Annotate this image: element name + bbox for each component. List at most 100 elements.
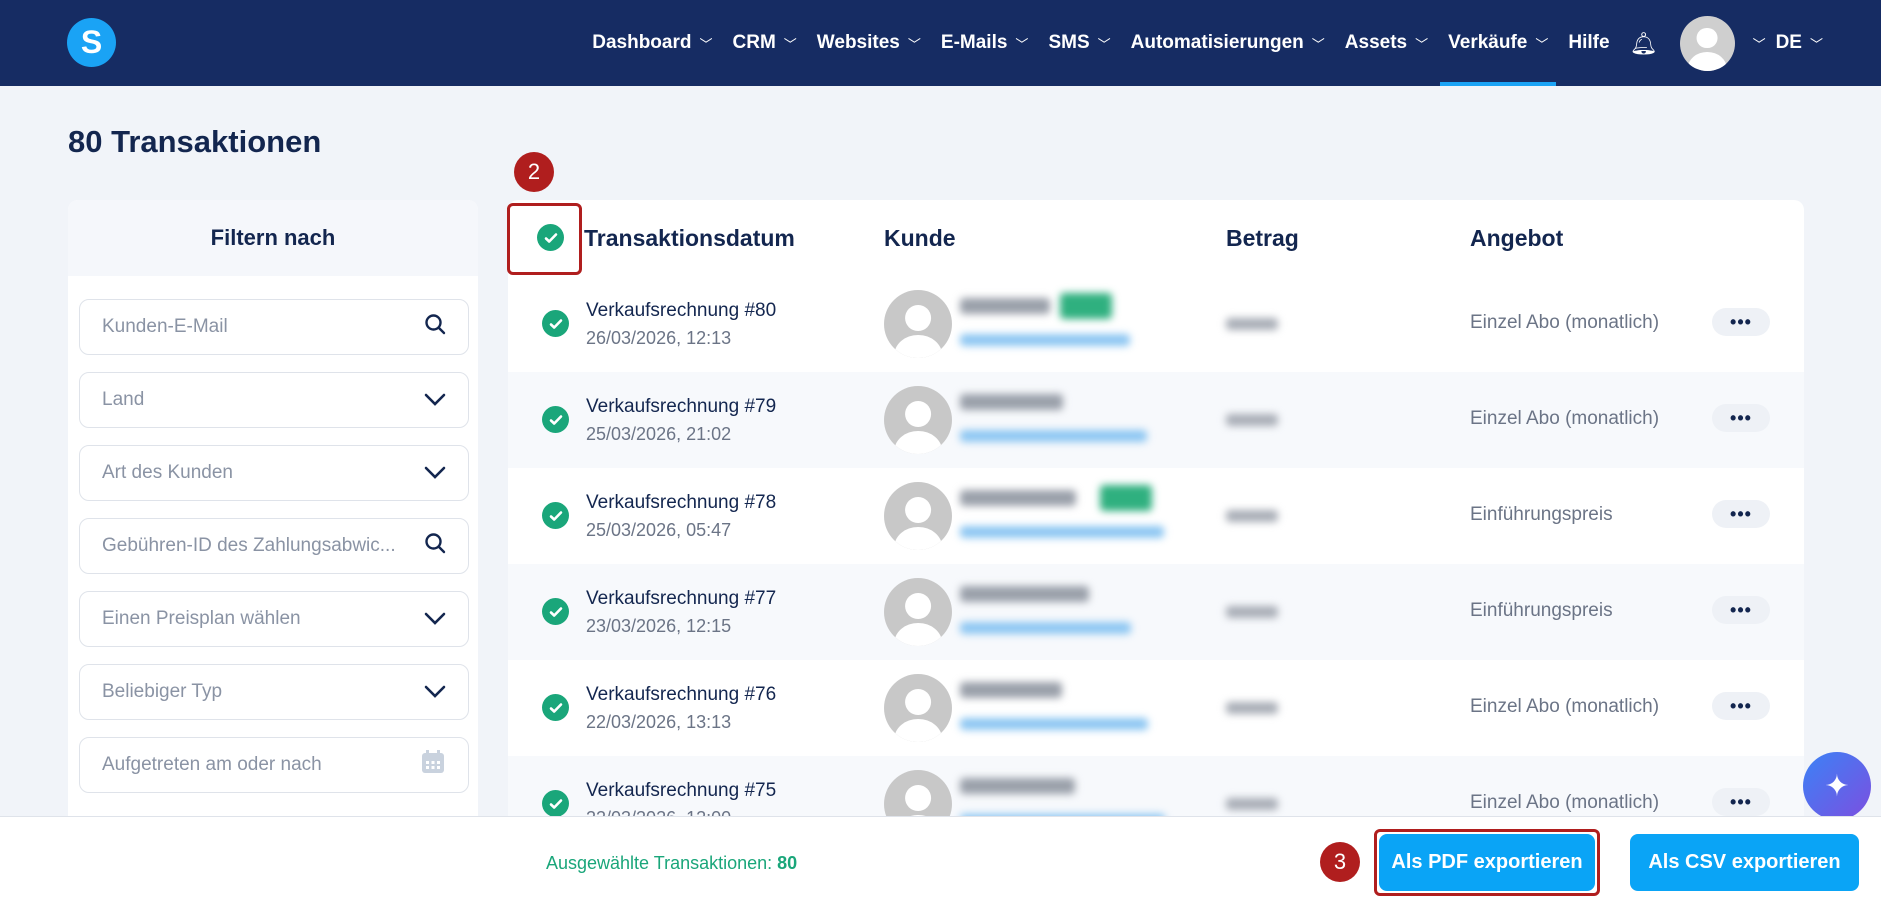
nav-automatisierungen[interactable]: Automatisierungen ﹀ — [1131, 0, 1325, 86]
chevron-down-icon[interactable] — [424, 606, 446, 632]
customer-email-redacted[interactable] — [960, 718, 1148, 730]
filter-beliebiger-typ[interactable]: Beliebiger Typ — [79, 664, 469, 720]
invoice-number[interactable]: Verkaufsrechnung #75 — [586, 780, 776, 802]
more-options-button[interactable]: ••• — [1712, 308, 1770, 336]
filter-aufgetreten-am-oder-nach[interactable]: Aufgetreten am oder nach — [79, 737, 469, 793]
row-checkbox[interactable] — [542, 406, 569, 433]
language-label: DE — [1775, 32, 1802, 53]
offer-name: Einzel Abo (monatlich) — [1470, 312, 1660, 333]
more-options-button[interactable]: ••• — [1712, 788, 1770, 816]
amount-redacted — [1226, 702, 1278, 714]
transaction-date: 25/03/2026, 21:02 — [586, 424, 732, 444]
chevron-down-icon[interactable] — [424, 679, 446, 705]
offer-name: Einführungspreis — [1470, 600, 1613, 621]
customer-email-redacted[interactable] — [960, 430, 1147, 442]
customer-name-redacted — [960, 298, 1050, 314]
invoice-number[interactable]: Verkaufsrechnung #77 — [586, 588, 776, 610]
ai-assistant-button[interactable]: ✦ — [1803, 752, 1871, 820]
app-logo[interactable]: S — [67, 18, 116, 67]
nav-label: Assets — [1344, 32, 1408, 53]
calendar-icon[interactable] — [420, 749, 446, 781]
bell-icon[interactable]: 🔔︎ — [1630, 31, 1658, 56]
offer-name: Einführungspreis — [1470, 504, 1613, 525]
transaction-date: 23/03/2026, 12:15 — [586, 616, 732, 636]
nav-hilfe[interactable]: Hilfe — [1568, 0, 1609, 86]
column-betrag[interactable]: Betrag — [1226, 225, 1299, 252]
table-row[interactable]: Verkaufsrechnung #78 25/03/2026, 05:47 E… — [508, 468, 1804, 564]
filter-land[interactable]: Land — [79, 372, 469, 428]
more-icon: ••• — [1730, 791, 1752, 812]
table-row[interactable]: Verkaufsrechnung #76 22/03/2026, 13:13 E… — [508, 660, 1804, 756]
sparkle-icon: ✦ — [1824, 769, 1850, 803]
offer-name: Einzel Abo (monatlich) — [1470, 792, 1660, 813]
filter-art-des-kunden[interactable]: Art des Kunden — [79, 445, 469, 501]
offer-name: Einzel Abo (monatlich) — [1470, 408, 1660, 429]
customer-name-redacted — [960, 490, 1076, 506]
filter-kunden-e-mail[interactable]: Kunden-E-Mail — [79, 299, 469, 355]
export-footer: Ausgewählte Transaktionen: 80 3 Als PDF … — [0, 816, 1881, 910]
invoice-number[interactable]: Verkaufsrechnung #76 — [586, 684, 776, 706]
customer-avatar — [884, 290, 952, 358]
user-menu-chevron[interactable]: ﹀ — [1745, 0, 1766, 86]
column-kunde[interactable]: Kunde — [884, 225, 956, 252]
invoice-number[interactable]: Verkaufsrechnung #80 — [586, 300, 776, 322]
transactions-table: Transaktionsdatum Kunde Betrag Angebot V… — [508, 200, 1804, 816]
nav-crm[interactable]: CRM ﹀ — [733, 0, 797, 86]
filter-geb-hren-id-des-zahlungsabwic[interactable]: Gebühren-ID des Zahlungsabwic... — [79, 518, 469, 574]
search-icon[interactable] — [424, 532, 446, 560]
table-row[interactable]: Verkaufsrechnung #79 25/03/2026, 21:02 E… — [508, 372, 1804, 468]
row-checkbox[interactable] — [542, 598, 569, 625]
table-row[interactable]: Verkaufsrechnung #77 23/03/2026, 12:15 E… — [508, 564, 1804, 660]
chevron-down-icon[interactable] — [424, 460, 446, 486]
filter-panel-title: Filtern nach — [68, 200, 478, 276]
more-options-button[interactable]: ••• — [1712, 500, 1770, 528]
row-checkbox[interactable] — [542, 502, 569, 529]
chevron-down-icon: ﹀ — [1311, 36, 1325, 52]
filter-placeholder: Beliebiger Typ — [102, 681, 223, 702]
table-row[interactable]: Verkaufsrechnung #80 26/03/2026, 12:13 E… — [508, 276, 1804, 372]
main-nav: Dashboard ﹀ CRM ﹀ Websites ﹀ E-Mails ﹀ SMS ﹀ Autom… — [592, 0, 1881, 86]
row-checkbox[interactable] — [542, 694, 569, 721]
column-angebot[interactable]: Angebot — [1470, 225, 1563, 252]
nav-e-mails[interactable]: E-Mails ﹀ — [941, 0, 1029, 86]
customer-email-redacted[interactable] — [960, 526, 1164, 538]
more-icon: ••• — [1730, 407, 1752, 428]
invoice-number[interactable]: Verkaufsrechnung #78 — [586, 492, 776, 514]
top-navigation: S Dashboard ﹀ CRM ﹀ Websites ﹀ E-Mails ﹀ SMS ﹀ Aut… — [0, 0, 1881, 86]
nav-label: Dashboard — [592, 32, 692, 53]
language-selector[interactable]: DE ﹀ — [1776, 0, 1823, 86]
export-csv-button[interactable]: Als CSV exportieren — [1630, 834, 1859, 891]
nav-label: Websites — [816, 32, 900, 53]
selected-count-text: Ausgewählte Transaktionen: 80 — [546, 853, 797, 874]
nav-verk-ufe[interactable]: Verkäufe ﹀ — [1440, 0, 1557, 86]
more-options-button[interactable]: ••• — [1712, 596, 1770, 624]
selected-label: Ausgewählte Transaktionen: — [546, 853, 773, 873]
customer-email-redacted[interactable] — [960, 622, 1131, 634]
user-avatar[interactable] — [1679, 15, 1735, 71]
nav-dashboard[interactable]: Dashboard ﹀ — [592, 0, 712, 86]
search-icon[interactable] — [424, 313, 446, 341]
nav-websites[interactable]: Websites ﹀ — [817, 0, 921, 86]
transaction-date: 22/03/2026, 12:00 — [586, 808, 731, 816]
column-transaktionsdatum[interactable]: Transaktionsdatum — [584, 225, 795, 252]
chevron-down-icon: ﹀ — [1415, 36, 1429, 52]
row-checkbox[interactable] — [542, 790, 569, 816]
filter-placeholder: Einen Preisplan wählen — [102, 608, 301, 629]
filter-einen-preisplan-w-hlen[interactable]: Einen Preisplan wählen — [79, 591, 469, 647]
chevron-down-icon[interactable] — [424, 387, 446, 413]
filter-placeholder: Kunden-E-Mail — [102, 316, 228, 337]
more-options-button[interactable]: ••• — [1712, 692, 1770, 720]
amount-redacted — [1226, 606, 1278, 618]
customer-email-redacted[interactable] — [960, 334, 1130, 346]
customer-name-redacted — [960, 682, 1062, 698]
table-row[interactable]: Verkaufsrechnung #75 22/03/2026, 12:00 E… — [508, 756, 1804, 816]
nav-label: SMS — [1048, 32, 1090, 53]
nav-assets[interactable]: Assets ﹀ — [1345, 0, 1428, 86]
chevron-down-icon: ﹀ — [1015, 36, 1029, 52]
invoice-number[interactable]: Verkaufsrechnung #79 — [586, 396, 776, 418]
more-options-button[interactable]: ••• — [1712, 404, 1770, 432]
chevron-down-icon: ﹀ — [783, 36, 797, 52]
row-checkbox[interactable] — [542, 310, 569, 337]
nav-sms[interactable]: SMS ﹀ — [1048, 0, 1110, 86]
customer-name-redacted — [960, 394, 1063, 410]
